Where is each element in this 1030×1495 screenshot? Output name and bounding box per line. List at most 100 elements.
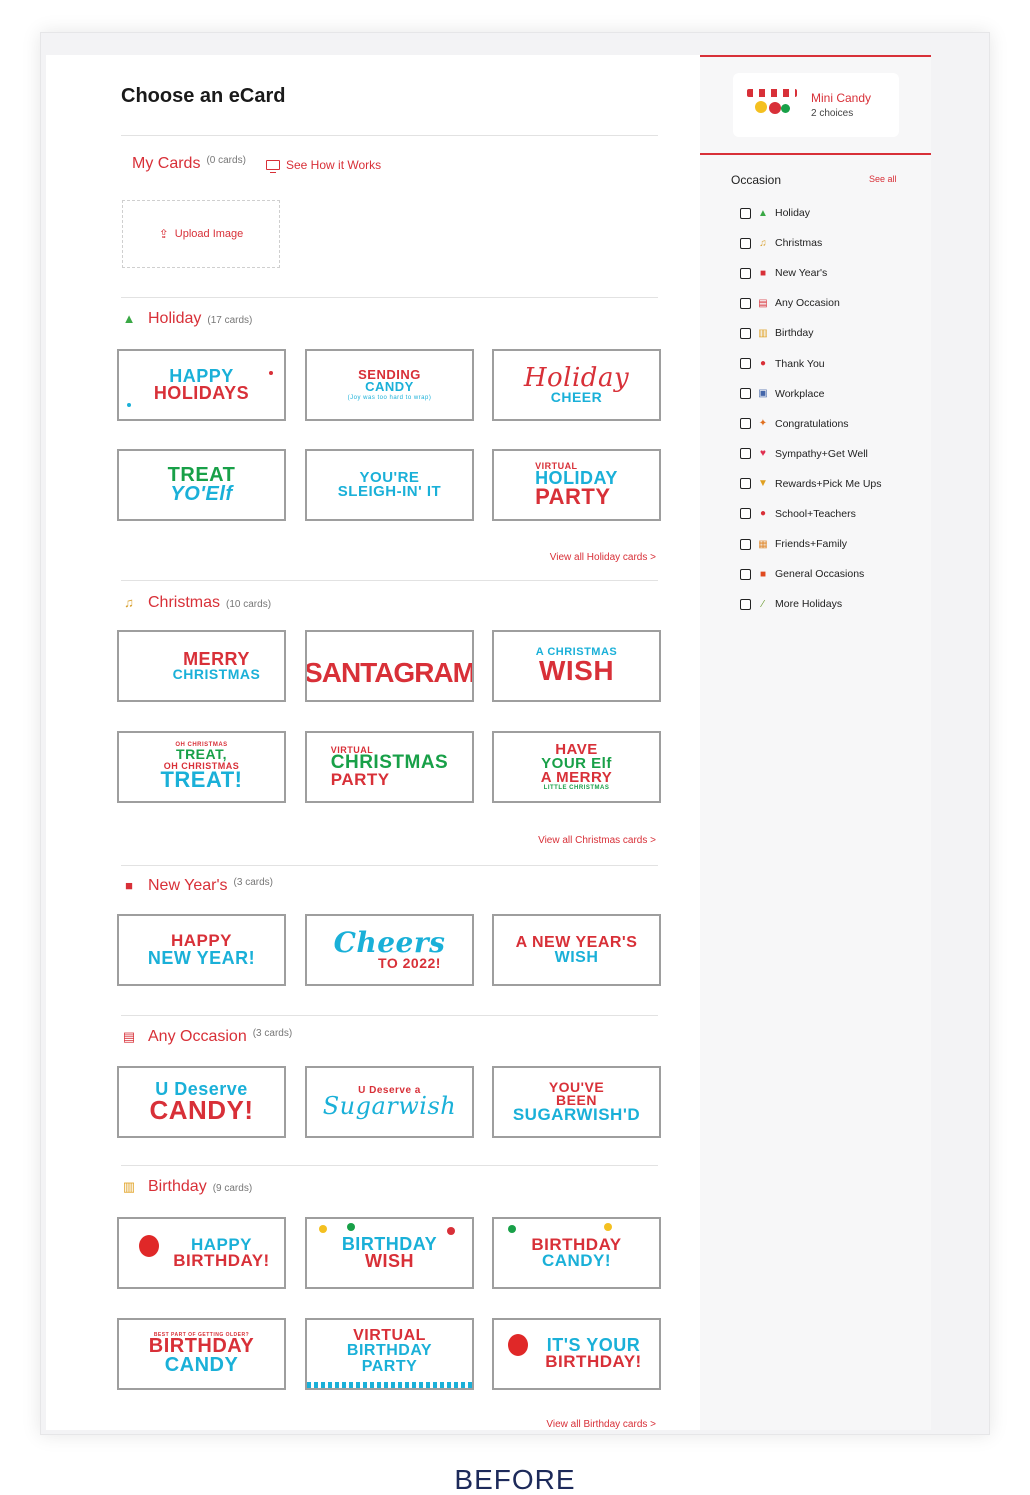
checkbox[interactable] <box>740 207 751 219</box>
checkbox[interactable] <box>740 568 751 580</box>
view-all-birthday-link[interactable]: View all Birthday cards > <box>546 1419 656 1430</box>
occasion-label: Birthday <box>775 327 814 340</box>
ecard-youve-been-sugarwishd[interactable]: YOU'VE BEEN SUGARWISH'D <box>492 1066 661 1138</box>
ecard-new-years-wish[interactable]: A NEW YEAR'S WISH <box>492 914 661 986</box>
balloon-icon <box>139 1235 159 1257</box>
bells-icon: ♫ <box>759 237 767 249</box>
card-line: LITTLE CHRISTMAS <box>543 784 610 791</box>
ecard-cheers-2022[interactable]: Cheers TO 2022! <box>305 914 474 986</box>
view-all-christmas-link[interactable]: View all Christmas cards > <box>538 835 656 846</box>
card-line: NEW YEAR! <box>147 947 256 968</box>
occasion-filter-school-teachers[interactable]: ● School+Teachers <box>740 499 882 529</box>
tree-icon: ▲ <box>122 311 136 326</box>
card-line: SUGARWISH'D <box>512 1105 641 1125</box>
ecard-virtual-birthday-party[interactable]: VIRTUAL BIRTHDAY PARTY <box>305 1318 474 1390</box>
ecard-sending-candy[interactable]: SENDING CANDY (Joy was too hard to wrap) <box>305 349 474 421</box>
checkbox[interactable] <box>740 598 751 610</box>
occasion-filter-christmas[interactable]: ♫ Christmas <box>740 228 882 258</box>
calendar-icon: ▤ <box>758 297 768 309</box>
card-line: PARTY <box>361 1357 418 1375</box>
gift-bag-icon: ■ <box>125 878 133 893</box>
upload-label: Upload Image <box>174 228 244 240</box>
occasion-filter-more-holidays[interactable]: ⁄ More Holidays <box>740 589 882 619</box>
before-caption: BEFORE <box>454 1464 576 1495</box>
section-header-christmas: ♫ Christmas (10 cards) <box>122 594 271 612</box>
confetti <box>319 1225 327 1233</box>
filter-sidebar: Mini Candy 2 choices Occasion See all ▲ H… <box>700 55 931 1430</box>
occasion-filter-rewards[interactable]: ▼ Rewards+Pick Me Ups <box>740 469 882 499</box>
occasion-filter-workplace[interactable]: ▣ Workplace <box>740 379 882 409</box>
card-line: Sugarwish <box>322 1092 457 1121</box>
ecard-birthday-candy-older[interactable]: BEST PART OF GETTING OLDER? BIRTHDAY CAN… <box>117 1318 286 1390</box>
my-cards-tab[interactable]: My Cards (0 cards) <box>132 155 246 173</box>
card-line: YO'Elf <box>170 483 233 505</box>
ecard-happy-holidays[interactable]: HAPPY HOLIDAYS <box>117 349 286 421</box>
checkbox[interactable] <box>740 508 751 520</box>
divider <box>121 135 658 136</box>
ecard-u-deserve-candy[interactable]: U Deserve CANDY! <box>117 1066 286 1138</box>
checkbox[interactable] <box>740 327 751 339</box>
upload-icon: ⇪ <box>158 227 169 241</box>
ecard-merry-christmas[interactable]: MERRY CHRISTMAS <box>117 630 286 702</box>
section-count: (3 cards) <box>233 877 273 888</box>
my-cards-label: My Cards <box>132 155 201 172</box>
occasion-filter-birthday[interactable]: ▥ Birthday <box>740 318 882 348</box>
occasion-label: Congratulations <box>775 417 849 430</box>
checkbox[interactable] <box>740 418 751 430</box>
occasion-label: New Year's <box>775 267 828 280</box>
card-line: SLEIGH-IN' IT <box>337 483 442 500</box>
card-line: CANDY! <box>149 1095 254 1126</box>
ecard-birthday-candy[interactable]: BIRTHDAY CANDY! <box>492 1217 661 1289</box>
ecard-have-your-elf[interactable]: HAVE YOUR Elf A MERRY LITTLE CHRISTMAS <box>492 731 661 803</box>
occasion-filter-any-occasion[interactable]: ▤ Any Occasion <box>740 288 882 318</box>
ecard-holiday-cheer[interactable]: Holiday CHEER <box>492 349 661 421</box>
ecard-its-your-birthday[interactable]: IT'S YOUR BIRTHDAY! <box>492 1318 661 1390</box>
balloon-icon <box>508 1334 528 1356</box>
occasion-label: General Occasions <box>775 568 865 581</box>
occasion-filter-thank-you[interactable]: ● Thank You <box>740 348 882 378</box>
ecard-a-christmas-wish[interactable]: A CHRISTMAS WISH <box>492 630 661 702</box>
ecard-birthday-wish[interactable]: BIRTHDAY WISH <box>305 1217 474 1289</box>
ecard-oh-christmas-treat[interactable]: OH CHRISTMAS TREAT, OH CHRISTMAS TREAT! <box>117 731 286 803</box>
ecard-sleigh-in-it[interactable]: YOU'RE SLEIGH-IN' IT <box>305 449 474 521</box>
confetti <box>447 1227 455 1235</box>
checkbox[interactable] <box>740 478 751 490</box>
checkbox[interactable] <box>740 267 751 279</box>
ecard-santagram[interactable]: SANTAGRAM <box>305 630 474 702</box>
checkbox[interactable] <box>740 358 751 370</box>
section-title: New Year's <box>148 877 228 894</box>
ecard-u-deserve-a-sugarwish[interactable]: U Deserve a Sugarwish <box>305 1066 474 1138</box>
candy-shop-icon <box>747 89 797 121</box>
card-line: WISH <box>554 949 599 966</box>
wand-icon: ⁄ <box>762 598 764 610</box>
occasion-filter-list: ▲ Holiday ♫ Christmas ■ New Year's ▤ Any Occ… <box>740 198 882 619</box>
section-header-holiday: ▲ Holiday (17 cards) <box>122 310 253 328</box>
ecard-treat-yo-elf[interactable]: TREAT YO'Elf <box>117 449 286 521</box>
occasion-filter-general-occasions[interactable]: ■ General Occasions <box>740 559 882 589</box>
checkbox[interactable] <box>740 237 751 249</box>
view-all-holiday-link[interactable]: View all Holiday cards > <box>550 552 656 563</box>
checkbox[interactable] <box>740 388 751 400</box>
ecard-virtual-holiday-party[interactable]: VIRTUAL HOLIDAY PARTY <box>492 449 661 521</box>
section-title: Holiday <box>148 310 202 327</box>
occasion-filter-holiday[interactable]: ▲ Holiday <box>740 198 882 228</box>
checkbox[interactable] <box>740 538 751 550</box>
upload-image-button[interactable]: ⇪ Upload Image <box>122 200 280 268</box>
product-summary[interactable]: Mini Candy 2 choices <box>733 73 899 137</box>
card-line: TO 2022! <box>378 954 441 971</box>
see-all-link[interactable]: See all <box>869 174 897 184</box>
occasion-filter-sympathy-get-well[interactable]: ♥ Sympathy+Get Well <box>740 439 882 469</box>
checkbox[interactable] <box>740 448 751 460</box>
ecard-happy-new-year[interactable]: HAPPY NEW YEAR! <box>117 914 286 986</box>
tree-icon: ▲ <box>758 207 768 219</box>
occasion-filter-new-years[interactable]: ■ New Year's <box>740 258 882 288</box>
occasion-filter-friends-family[interactable]: ▦ Friends+Family <box>740 529 882 559</box>
ecard-happy-birthday[interactable]: HAPPY BIRTHDAY! <box>117 1217 286 1289</box>
see-how-it-works-link[interactable]: See How it Works <box>266 158 381 173</box>
checkbox[interactable] <box>740 297 751 309</box>
apple-icon: ● <box>759 508 767 520</box>
occasion-filter-congratulations[interactable]: ✦ Congratulations <box>740 409 882 439</box>
divider <box>121 297 658 298</box>
ecard-virtual-christmas-party[interactable]: VIRTUAL CHRISTMAS PARTY <box>305 731 474 803</box>
my-cards-count: (0 cards) <box>206 155 246 166</box>
